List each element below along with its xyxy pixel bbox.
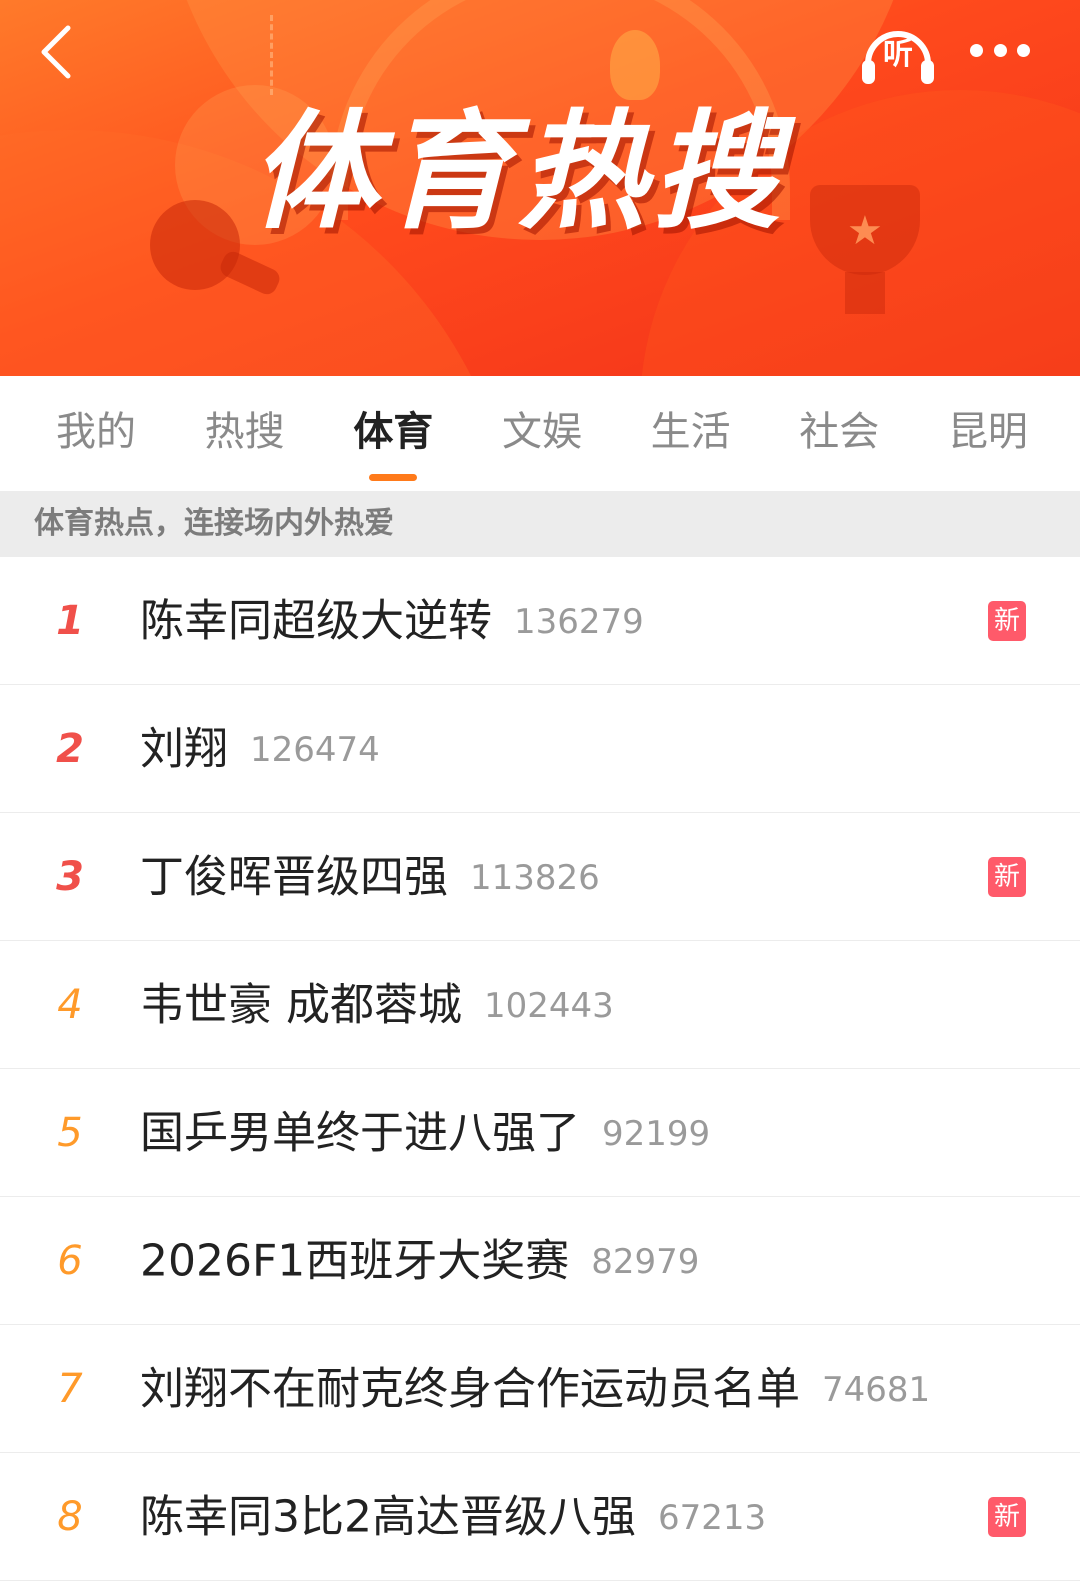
tab-mine[interactable]: 我的 xyxy=(56,376,136,491)
item-title: 2026F1西班牙大奖赛 xyxy=(140,1235,570,1287)
list-item[interactable]: 3 丁俊晖晋级四强 113826 新 xyxy=(0,813,1080,941)
list-item[interactable]: 7 刘翔不在耐克终身合作运动员名单 74681 xyxy=(0,1325,1080,1453)
category-tabs: 我的 热搜 体育 文娱 生活 社会 昆明 xyxy=(0,376,1080,491)
header-banner: ★ 体育热搜 听 xyxy=(0,0,1080,376)
rank-number: 4 xyxy=(57,982,83,1028)
star-icon: ★ xyxy=(847,208,883,254)
item-title: 刘翔 xyxy=(140,723,228,775)
tab-sports[interactable]: 体育 xyxy=(353,376,433,491)
list-item[interactable]: 8 陈幸同3比2高达晋级八强 67213 新 xyxy=(0,1453,1080,1581)
item-title: 国乒男单终于进八强了 xyxy=(140,1107,580,1159)
new-badge: 新 xyxy=(988,601,1026,641)
more-dots-icon xyxy=(993,43,1007,57)
rank-number: 2 xyxy=(56,726,84,772)
new-badge: 新 xyxy=(988,1497,1026,1537)
list-item[interactable]: 1 陈幸同超级大逆转 136279 新 xyxy=(0,557,1080,685)
list-item[interactable]: 2 刘翔 126474 xyxy=(0,685,1080,813)
hot-search-list: 1 陈幸同超级大逆转 136279 新 2 刘翔 126474 3 丁俊晖晋级四强 1… xyxy=(0,557,1080,1581)
rank-number: 8 xyxy=(57,1494,83,1540)
tab-kunming[interactable]: 昆明 xyxy=(948,376,1028,491)
section-subtitle: 体育热点，连接场内外热爱 xyxy=(0,491,1080,557)
list-item[interactable]: 4 韦世豪 成都蓉城 102443 xyxy=(0,941,1080,1069)
tab-society[interactable]: 社会 xyxy=(799,376,879,491)
new-badge: 新 xyxy=(988,857,1026,897)
item-count: 136279 xyxy=(514,601,644,642)
item-count: 126474 xyxy=(250,729,380,770)
rank-number: 6 xyxy=(57,1238,83,1284)
banner-decoration xyxy=(270,15,276,95)
trophy-icon xyxy=(845,272,885,314)
tab-entertainment[interactable]: 文娱 xyxy=(502,376,582,491)
item-count: 113826 xyxy=(470,857,600,898)
tab-life[interactable]: 生活 xyxy=(651,376,731,491)
rank-number: 3 xyxy=(56,854,84,900)
listen-label: 听 xyxy=(883,37,913,72)
list-item[interactable]: 5 国乒男单终于进八强了 92199 xyxy=(0,1069,1080,1197)
tab-hot-search[interactable]: 热搜 xyxy=(205,376,285,491)
item-count: 74681 xyxy=(822,1369,931,1410)
rank-number: 5 xyxy=(57,1110,83,1156)
chevron-left-icon xyxy=(41,25,71,79)
item-count: 67213 xyxy=(658,1497,767,1538)
item-count: 102443 xyxy=(484,985,614,1026)
item-title: 陈幸同3比2高达晋级八强 xyxy=(140,1491,636,1543)
listen-button[interactable]: 听 xyxy=(858,18,938,88)
item-title: 刘翔不在耐克终身合作运动员名单 xyxy=(140,1363,800,1415)
item-count: 82979 xyxy=(591,1241,700,1282)
item-title: 陈幸同超级大逆转 xyxy=(140,595,492,647)
more-button[interactable] xyxy=(960,30,1040,70)
banner-title: 体育热搜 xyxy=(250,98,787,247)
rank-number: 1 xyxy=(56,598,84,644)
back-button[interactable] xyxy=(30,20,90,84)
list-item[interactable]: 6 2026F1西班牙大奖赛 82979 xyxy=(0,1197,1080,1325)
item-count: 92199 xyxy=(602,1113,711,1154)
more-dots-icon xyxy=(970,43,983,57)
rank-number: 7 xyxy=(57,1366,83,1412)
more-dots-icon xyxy=(1017,43,1030,57)
item-title: 丁俊晖晋级四强 xyxy=(140,851,448,903)
item-title: 韦世豪 成都蓉城 xyxy=(140,979,462,1031)
ping-pong-paddle-icon xyxy=(150,200,240,290)
